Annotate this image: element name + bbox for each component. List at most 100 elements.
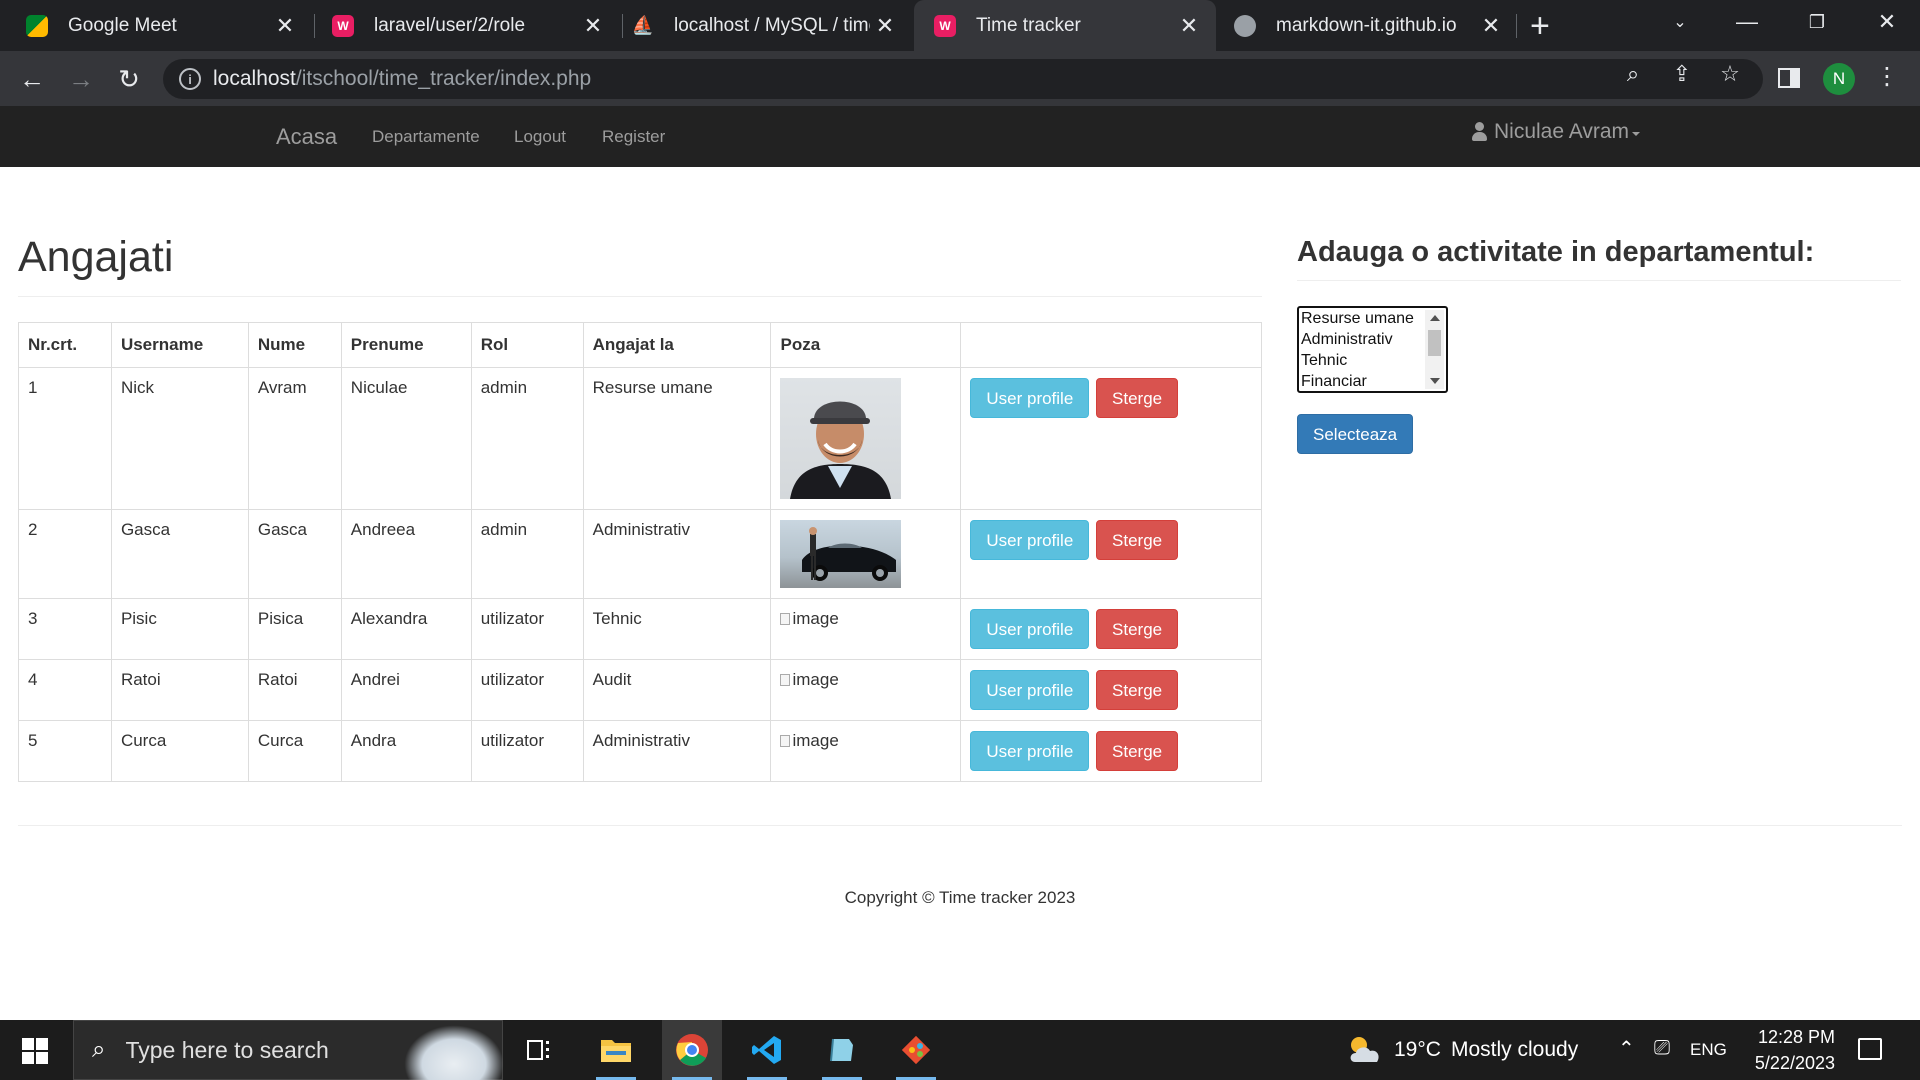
restore-icon[interactable]: ❐: [1782, 0, 1852, 44]
user-profile-button[interactable]: User profile: [970, 520, 1090, 560]
bookmark-star-icon[interactable]: ☆: [1715, 59, 1745, 89]
site-info-icon[interactable]: i: [179, 68, 201, 90]
task-view-icon[interactable]: [510, 1020, 570, 1080]
cell-nr: 1: [18, 367, 112, 510]
cell-rol: utilizator: [470, 659, 584, 721]
image-alt-text: image: [792, 609, 839, 628]
tab-label: laravel/user/2/role: [374, 14, 526, 36]
cell-rol: utilizator: [470, 598, 584, 660]
portrait-man-illustration: [790, 401, 892, 499]
scroll-down-icon[interactable]: [1430, 378, 1440, 384]
tab-search-chevron-icon[interactable]: ⌄: [1645, 0, 1715, 44]
back-icon[interactable]: ←: [16, 63, 48, 95]
cell-username: Curca: [110, 720, 249, 782]
minimize-icon[interactable]: —: [1712, 0, 1782, 44]
new-tab-button[interactable]: +: [1530, 6, 1550, 46]
weather-description[interactable]: Mostly cloudy: [1451, 1038, 1578, 1062]
close-window-icon[interactable]: ✕: [1852, 0, 1920, 44]
broken-image: image: [780, 731, 951, 751]
side-panel-icon[interactable]: [1778, 68, 1800, 88]
share-icon[interactable]: ⇪: [1667, 59, 1697, 89]
nav-link-logout[interactable]: Logout: [514, 127, 566, 147]
weather-cloudy-icon[interactable]: [1345, 1032, 1385, 1071]
cell-poza: [770, 509, 962, 599]
cell-actions: User profile Sterge: [960, 659, 1262, 721]
browser-menu-icon[interactable]: ⋮: [1875, 62, 1899, 91]
close-tab-icon[interactable]: ✕: [1476, 13, 1506, 39]
broken-image: image: [780, 609, 951, 629]
close-tab-icon[interactable]: ✕: [270, 13, 300, 39]
tab-time-tracker[interactable]: W Time tracker ✕: [914, 0, 1216, 51]
tab-divider: [1516, 14, 1517, 38]
file-explorer-icon[interactable]: [586, 1020, 646, 1080]
department-option[interactable]: Tehnic: [1299, 350, 1446, 371]
scroll-thumb[interactable]: [1428, 330, 1441, 356]
language-indicator[interactable]: ENG: [1690, 1040, 1727, 1060]
scroll-up-icon[interactable]: [1430, 315, 1440, 321]
delete-button[interactable]: Sterge: [1096, 731, 1179, 771]
header-poza: Poza: [770, 322, 962, 368]
notepad-app-icon[interactable]: [812, 1020, 872, 1080]
selecteaza-button[interactable]: Selecteaza: [1297, 414, 1414, 454]
close-tab-icon[interactable]: ✕: [1174, 13, 1204, 39]
cell-prenume: Andrei: [340, 659, 472, 721]
cell-prenume: Alexandra: [340, 598, 472, 660]
cell-prenume: Andra: [340, 720, 472, 782]
windows-start-icon[interactable]: [22, 1038, 48, 1064]
department-option[interactable]: Financiar: [1299, 371, 1446, 391]
meet-now-icon[interactable]: ⎚: [1654, 1037, 1670, 1060]
weather-temperature[interactable]: 19°C: [1394, 1038, 1441, 1062]
user-dropdown[interactable]: Niculae Avram: [1471, 120, 1641, 144]
notifications-icon[interactable]: [1858, 1038, 1882, 1060]
delete-button[interactable]: Sterge: [1096, 378, 1179, 418]
reload-icon[interactable]: ↻: [113, 63, 145, 95]
cell-nume: Curca: [247, 720, 342, 782]
cell-angajat-la: Tehnic: [582, 598, 772, 660]
zoom-icon[interactable]: ⌕: [1618, 59, 1648, 89]
user-profile-button[interactable]: User profile: [970, 670, 1090, 710]
vscode-icon[interactable]: [737, 1020, 797, 1080]
cell-prenume: Andreea: [340, 509, 472, 599]
image-alt-text: image: [792, 670, 839, 689]
cell-angajat-la: Audit: [582, 659, 772, 721]
nav-brand-acasa[interactable]: Acasa: [276, 124, 337, 150]
nav-link-departamente[interactable]: Departamente: [372, 127, 480, 147]
tab-divider: [314, 14, 315, 38]
cell-actions: User profile Sterge: [960, 367, 1262, 510]
user-profile-button[interactable]: User profile: [970, 731, 1090, 771]
cell-actions: User profile Sterge: [960, 598, 1262, 660]
user-icon: [1471, 122, 1488, 142]
delete-button[interactable]: Sterge: [1096, 670, 1179, 710]
address-bar[interactable]: i localhost/itschool/time_tracker/index.…: [163, 59, 1763, 99]
nav-link-register[interactable]: Register: [602, 127, 665, 147]
tab-laravel-role[interactable]: W laravel/user/2/role ✕: [316, 0, 620, 51]
listbox-scrollbar[interactable]: [1425, 310, 1444, 389]
git-client-icon[interactable]: [886, 1020, 946, 1080]
department-option[interactable]: Administrativ: [1299, 329, 1446, 350]
taskbar-search[interactable]: ⌕ Type here to search: [73, 1020, 504, 1080]
close-tab-icon[interactable]: ✕: [578, 13, 608, 39]
browser-toolbar: ← → ↻ i localhost/itschool/time_tracker/…: [0, 51, 1920, 106]
user-profile-button[interactable]: User profile: [970, 609, 1090, 649]
google-meet-icon: [26, 14, 48, 37]
header-prenume: Prenume: [340, 322, 472, 368]
delete-button[interactable]: Sterge: [1096, 609, 1179, 649]
department-option[interactable]: Resurse umane: [1299, 308, 1446, 329]
tab-phpmyadmin[interactable]: ⛵ localhost / MySQL / time_ ✕: [624, 0, 912, 51]
chrome-icon[interactable]: [662, 1020, 722, 1080]
taskbar-clock[interactable]: 12:28 PM 5/22/2023: [1735, 1024, 1835, 1076]
user-profile-button[interactable]: User profile: [970, 378, 1090, 418]
tab-markdown-it[interactable]: markdown-it.github.io ✕: [1218, 0, 1518, 51]
close-tab-icon[interactable]: ✕: [870, 13, 900, 39]
browser-tab-bar: Google Meet ✕ W laravel/user/2/role ✕ ⛵ …: [0, 0, 1920, 51]
url-host: localhost: [213, 67, 296, 90]
clock-time: 12:28 PM: [1757, 1027, 1835, 1047]
forward-icon[interactable]: →: [65, 63, 97, 95]
tab-google-meet[interactable]: Google Meet ✕: [0, 0, 312, 51]
page-title: Angajati: [18, 233, 174, 281]
copyright-text: Copyright © Time tracker 2023: [844, 888, 1076, 907]
profile-avatar[interactable]: N: [1823, 63, 1855, 95]
department-select[interactable]: Resurse umane Administrativ Tehnic Finan…: [1297, 306, 1448, 393]
delete-button[interactable]: Sterge: [1096, 520, 1179, 560]
tray-overflow-chevron-icon[interactable]: ⌃: [1618, 1036, 1635, 1061]
